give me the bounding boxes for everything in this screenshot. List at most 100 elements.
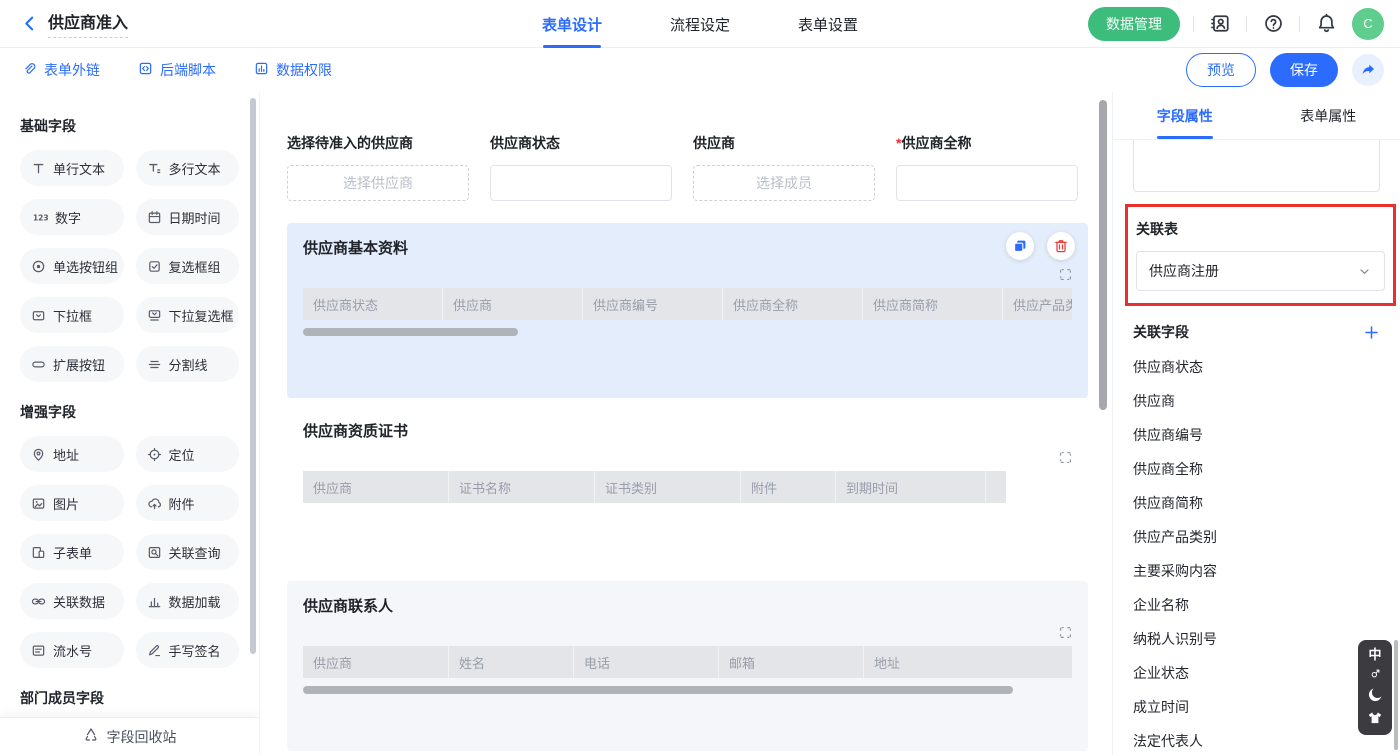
field-item-single-line-text[interactable]: 单行文本 xyxy=(20,150,124,186)
column-header[interactable]: 供应商简称 xyxy=(863,288,1003,320)
related-field-item[interactable]: 供应商简称 xyxy=(1133,486,1380,520)
field-item-serial-number[interactable]: 流水号 xyxy=(20,632,124,668)
column-header[interactable]: 地址 xyxy=(864,646,1072,678)
field-item-datetime[interactable]: 日期时间 xyxy=(136,199,240,235)
column-header[interactable]: 邮箱 xyxy=(719,646,864,678)
related-field-item[interactable]: 纳税人识别号 xyxy=(1133,622,1380,656)
column-header[interactable]: 到期时间 xyxy=(836,471,986,503)
field-supplier[interactable]: 供应商 选择成员 xyxy=(693,133,875,201)
select-supplier-input[interactable]: 选择供应商 xyxy=(287,165,469,201)
related-field-item[interactable]: 供应产品类别 xyxy=(1133,520,1380,554)
related-field-item[interactable]: 供应商全称 xyxy=(1133,452,1380,486)
field-item-attachment[interactable]: 附件 xyxy=(136,485,240,521)
related-fields-header: 关联字段 xyxy=(1133,322,1380,342)
supplier-full-name-input[interactable] xyxy=(896,165,1078,201)
column-header[interactable]: 供应产品类别 xyxy=(1003,288,1072,320)
column-header[interactable]: 供应商 xyxy=(443,288,583,320)
tab-field-properties[interactable]: 字段属性 xyxy=(1113,92,1257,139)
expand-icon[interactable] xyxy=(1058,450,1073,465)
expand-icon[interactable] xyxy=(1058,267,1073,282)
theme-shirt-icon[interactable] xyxy=(1367,710,1383,726)
field-item-data-load[interactable]: 数据加载 xyxy=(136,583,240,619)
related-field-item[interactable]: 供应商状态 xyxy=(1133,350,1380,384)
field-item-linked-data[interactable]: 关联数据 xyxy=(20,583,124,619)
field-item-address[interactable]: 地址 xyxy=(20,436,124,472)
subform-icon xyxy=(31,545,46,560)
column-header[interactable]: 证书名称 xyxy=(449,471,595,503)
field-label: 流水号 xyxy=(53,641,92,660)
horizontal-scrollbar[interactable] xyxy=(303,328,518,336)
expand-icon[interactable] xyxy=(1058,625,1073,640)
subform-supplier-contacts[interactable]: 供应商联系人 供应商 姓名 电话 邮箱 地址 xyxy=(287,581,1088,751)
tab-flow-settings[interactable]: 流程设定 xyxy=(670,0,730,48)
field-label: 关联数据 xyxy=(53,592,105,611)
preview-button[interactable]: 预览 xyxy=(1186,53,1256,87)
data-manage-button[interactable]: 数据管理 xyxy=(1088,7,1180,41)
share-button[interactable] xyxy=(1352,54,1384,86)
tab-form-properties[interactable]: 表单属性 xyxy=(1257,92,1400,139)
field-supplier-full-name[interactable]: *供应商全称 xyxy=(896,133,1078,201)
field-label: 单选按钮组 xyxy=(53,257,118,276)
field-item-image[interactable]: 图片 xyxy=(20,485,124,521)
field-supplier-status[interactable]: 供应商状态 xyxy=(490,133,672,201)
field-item-signature[interactable]: 手写签名 xyxy=(136,632,240,668)
contact-book-icon[interactable] xyxy=(1207,11,1233,37)
panel-scrollbar[interactable] xyxy=(1394,640,1398,750)
tab-form-settings[interactable]: 表单设置 xyxy=(798,0,858,48)
page-title[interactable]: 供应商准入 xyxy=(48,9,128,38)
field-item-divider[interactable]: 分割线 xyxy=(136,346,240,382)
subform-supplier-certificates[interactable]: 供应商资质证书 供应商 证书名称 证书类别 附件 到期时间 xyxy=(287,406,1088,573)
notification-bell-icon[interactable] xyxy=(1313,11,1339,37)
related-field-item[interactable]: 法定代表人 xyxy=(1133,724,1380,755)
supplier-status-input[interactable] xyxy=(490,165,672,201)
column-header[interactable]: 附件 xyxy=(741,471,836,503)
form-external-link[interactable]: 表单外链 xyxy=(22,60,100,80)
related-field-item[interactable]: 供应商 xyxy=(1133,384,1380,418)
help-icon[interactable] xyxy=(1260,11,1286,37)
horizontal-scrollbar[interactable] xyxy=(303,686,1013,694)
save-button[interactable]: 保存 xyxy=(1270,53,1338,87)
column-header[interactable]: 供应商状态 xyxy=(303,288,443,320)
delete-button[interactable] xyxy=(1047,232,1075,260)
dark-mode-moon-icon[interactable] xyxy=(1367,686,1384,703)
avatar[interactable]: C xyxy=(1352,8,1384,40)
field-item-select[interactable]: 下拉框 xyxy=(20,297,124,333)
copy-button[interactable] xyxy=(1006,232,1034,260)
male-symbol-icon[interactable] xyxy=(1370,668,1381,679)
column-header[interactable]: 姓名 xyxy=(449,646,574,678)
subform-supplier-basic-info[interactable]: 供应商基本资料 供应商状态 供应商 供应商编号 供应商全称 供应商简称 供应产品… xyxy=(287,223,1088,398)
related-field-item[interactable]: 主要采购内容 xyxy=(1133,554,1380,588)
add-related-field-button[interactable] xyxy=(1363,324,1380,341)
related-field-item[interactable]: 企业名称 xyxy=(1133,588,1380,622)
field-item-extend-button[interactable]: 扩展按钮 xyxy=(20,346,124,382)
select-member-input[interactable]: 选择成员 xyxy=(693,165,875,201)
field-item-multi-select[interactable]: 下拉复选框 xyxy=(136,297,240,333)
field-name-input[interactable] xyxy=(1133,140,1380,192)
field-item-radio-group[interactable]: 单选按钮组 xyxy=(20,248,124,284)
related-table-select[interactable]: 供应商注册 xyxy=(1136,251,1385,291)
back-button[interactable] xyxy=(16,11,42,37)
data-permission-link[interactable]: 数据权限 xyxy=(254,60,332,80)
field-recycle-bin[interactable]: 字段回收站 xyxy=(0,717,259,755)
field-item-number[interactable]: 数字 xyxy=(20,199,124,235)
related-field-item[interactable]: 供应商编号 xyxy=(1133,418,1380,452)
related-field-item[interactable]: 成立时间 xyxy=(1133,690,1380,724)
column-header[interactable]: 电话 xyxy=(574,646,719,678)
column-header[interactable]: 证书类别 xyxy=(595,471,741,503)
field-item-location[interactable]: 定位 xyxy=(136,436,240,472)
field-item-subform[interactable]: 子表单 xyxy=(20,534,124,570)
sidebar-scrollbar[interactable] xyxy=(250,98,256,654)
column-header[interactable]: 供应商 xyxy=(303,646,449,678)
related-field-item[interactable]: 企业状态 xyxy=(1133,656,1380,690)
canvas-scrollbar[interactable] xyxy=(1099,100,1107,410)
tab-form-design[interactable]: 表单设计 xyxy=(542,0,602,48)
field-item-checkbox-group[interactable]: 复选框组 xyxy=(136,248,240,284)
field-item-multi-line-text[interactable]: 多行文本 xyxy=(136,150,240,186)
column-header[interactable]: 供应商 xyxy=(303,471,449,503)
language-toggle[interactable]: 中 xyxy=(1368,648,1381,661)
column-header[interactable]: 供应商编号 xyxy=(583,288,723,320)
backend-script-link[interactable]: 后端脚本 xyxy=(138,60,216,80)
field-select-supplier[interactable]: 选择待准入的供应商 选择供应商 xyxy=(287,133,469,201)
field-item-lookup[interactable]: 关联查询 xyxy=(136,534,240,570)
column-header[interactable]: 供应商全称 xyxy=(723,288,863,320)
